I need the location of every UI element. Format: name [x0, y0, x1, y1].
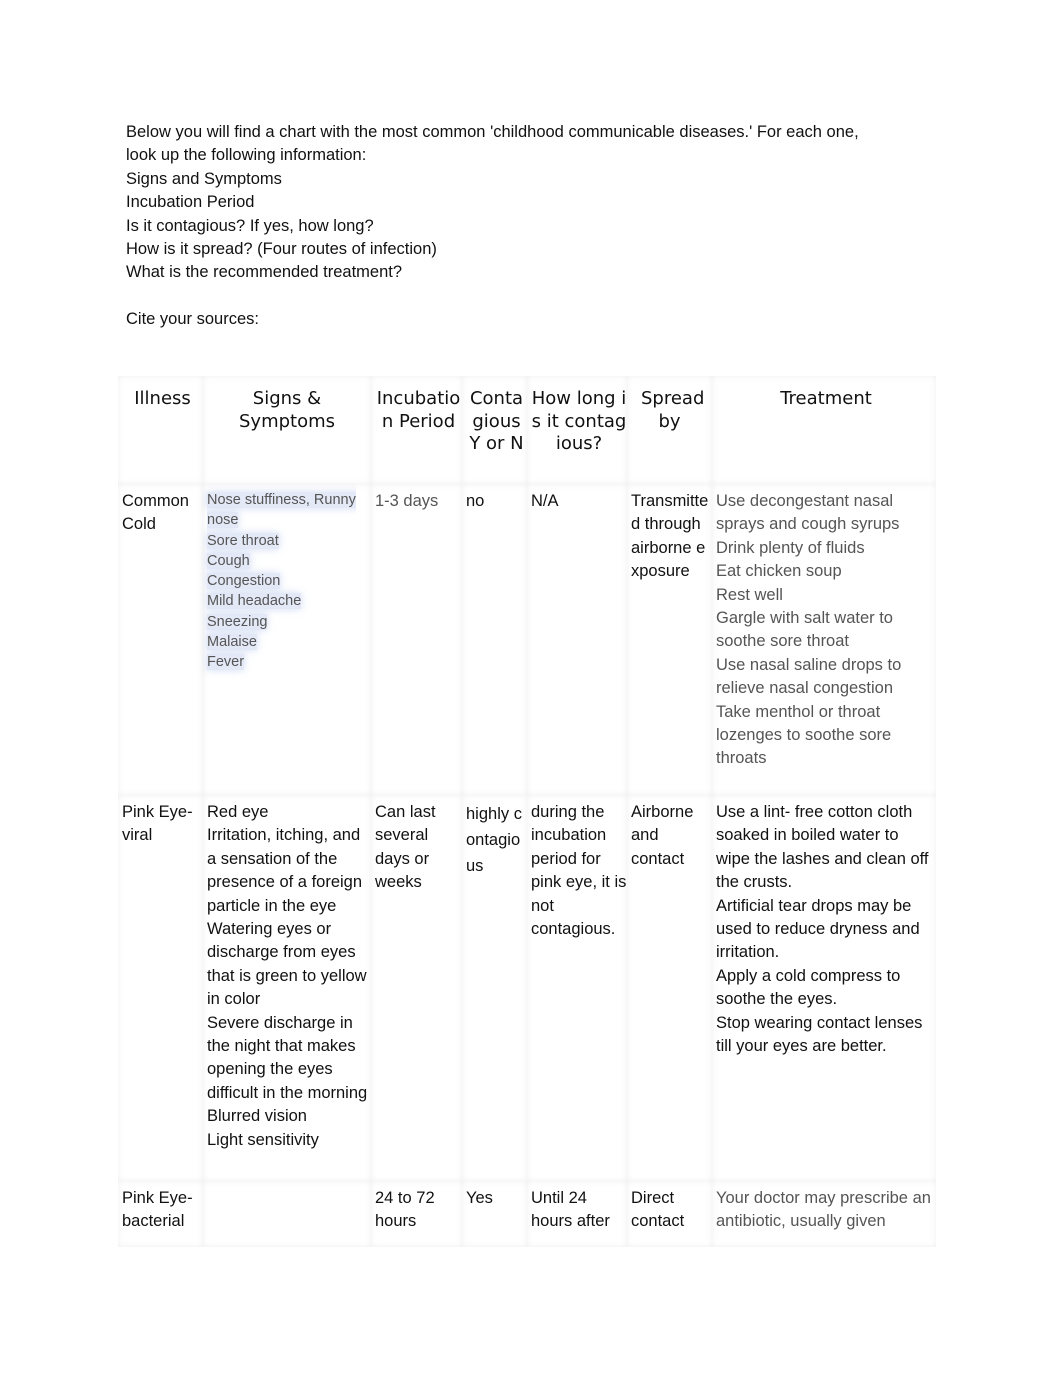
header-incubation-period: Incubation Period: [371, 376, 462, 484]
list-item: Apply a cold compress to soothe the eyes…: [716, 966, 901, 1009]
cell-incubation: 1-3 days: [371, 484, 462, 795]
intro-line: Below you will find a chart with the mos…: [126, 123, 859, 141]
header-how-long: How long is it contagious?: [527, 376, 627, 484]
cell-how-long: N/A: [527, 484, 627, 795]
list-item: Use nasal saline drops to relieve nasal …: [716, 655, 902, 698]
cite-sources-label: Cite your sources:: [126, 310, 259, 329]
header-illness: Illness: [118, 376, 203, 484]
header-signs-symptoms: Signs & Symptoms: [203, 376, 371, 484]
list-item: Fever: [207, 654, 245, 671]
cell-symptoms: Nose stuffiness, Runny nose Sore throat Co…: [203, 484, 371, 795]
header-contagious: Contagious Y or N: [462, 376, 527, 484]
cell-contagious: Yes: [462, 1181, 527, 1247]
list-item: Red eye: [207, 803, 269, 821]
list-item: Use a lint- free cotton cloth soaked in …: [716, 803, 929, 892]
intro-line: What is the recommended treatment?: [126, 263, 403, 282]
intro-line: look up the following information:: [126, 146, 367, 165]
list-item: Cough: [207, 552, 250, 569]
list-item: Stop wearing contact lenses till your ey…: [716, 1013, 923, 1056]
cell-treatment: Your doctor may prescribe an antibiotic,…: [712, 1181, 936, 1247]
cell-contagious: highly contagious: [462, 795, 527, 1181]
list-item: Congestion: [207, 573, 281, 590]
list-item: Sore throat: [207, 532, 279, 549]
cell-spread: Direct contact: [627, 1181, 712, 1247]
table-header-row: Illness Signs & Symptoms Incubation Peri…: [118, 376, 936, 484]
table-row: Pink Eye-viral Red eye Irritation, itchin…: [118, 795, 936, 1181]
cell-symptoms: Red eye Irritation, itching, and a sensat…: [203, 795, 371, 1181]
list-item: Your doctor may prescribe an antibiotic,…: [716, 1189, 931, 1231]
cell-incubation: 24 to 72 hours: [371, 1181, 462, 1247]
list-item: Severe discharge in the night that makes…: [207, 1013, 368, 1102]
intro-line: How is it spread? (Four routes of infect…: [126, 240, 437, 259]
cell-contagious: no: [462, 484, 527, 795]
list-item: Sneezing: [207, 613, 268, 630]
list-item: Artificial tear drops may be used to red…: [716, 896, 920, 962]
cell-treatment: Use decongestant nasal sprays and cough …: [712, 484, 936, 795]
cell-how-long: during the incubation period for pink ey…: [527, 795, 627, 1181]
cell-how-long: Until 24 hours after: [527, 1181, 627, 1247]
list-item: Nose stuffiness, Runny nose: [207, 492, 356, 529]
list-item: Mild headache: [207, 593, 302, 610]
list-item: Eat chicken soup: [716, 562, 842, 581]
list-item: Malaise: [207, 634, 257, 651]
cell-treatment: Use a lint- free cotton cloth soaked in …: [712, 795, 936, 1181]
cell-illness: Pink Eye-viral: [118, 795, 203, 1181]
header-treatment: Treatment: [712, 376, 936, 484]
cell-illness: Pink Eye-bacterial: [118, 1181, 203, 1247]
table-row: Pink Eye-bacterial 24 to 72 hours Yes Un…: [118, 1181, 936, 1247]
list-item: Irritation, itching, and a sensation of …: [207, 826, 363, 915]
list-item: Drink plenty of fluids: [716, 538, 865, 557]
list-item: Use decongestant nasal sprays and cough …: [716, 492, 900, 534]
diseases-table: Illness Signs & Symptoms Incubation Peri…: [118, 376, 936, 1247]
list-item: Gargle with salt water to soothe sore th…: [716, 609, 893, 651]
list-item: Rest well: [716, 585, 783, 604]
intro-line: Incubation Period: [126, 193, 255, 212]
instructions: Below you will find a chart with the mos…: [126, 121, 926, 332]
cell-symptoms: [203, 1181, 371, 1247]
cell-illness: Common Cold: [118, 484, 203, 795]
intro-line: Is it contagious? If yes, how long?: [126, 216, 374, 235]
cell-spread: Airborne and contact: [627, 795, 712, 1181]
intro-line: Signs and Symptoms: [126, 169, 282, 188]
cell-incubation: Can last several days or weeks: [371, 795, 462, 1181]
list-item: Watering eyes or discharge from eyes tha…: [207, 920, 367, 1009]
table-row: Common Cold Nose stuffiness, Runny nose S…: [118, 484, 936, 795]
list-item: Light sensitivity: [207, 1130, 319, 1149]
list-item: Blurred vision: [207, 1107, 307, 1126]
cell-spread: Transmitted through airborne exposure: [627, 484, 712, 795]
list-item: Take menthol or throat lozenges to sooth…: [716, 702, 892, 768]
header-spread-by: Spread by: [627, 376, 712, 484]
contagious-value: highly contagious: [466, 805, 522, 875]
